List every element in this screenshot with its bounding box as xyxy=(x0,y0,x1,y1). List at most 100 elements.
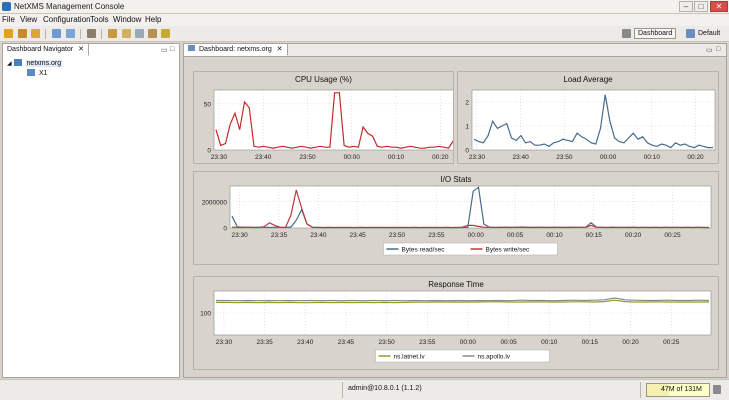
y-tick-label: 0 xyxy=(223,226,227,233)
object-browser-icon[interactable] xyxy=(18,29,27,38)
x-tick-label: 00:15 xyxy=(586,232,603,239)
events-icon[interactable] xyxy=(66,29,75,38)
x-tick-label: 23:50 xyxy=(378,339,395,346)
minimize-button[interactable]: – xyxy=(679,1,693,12)
y-tick-label: 2 xyxy=(465,100,469,107)
perspective-default[interactable]: Default xyxy=(694,28,724,39)
chart-title: CPU Usage (%) xyxy=(295,75,352,84)
y-tick-label: 2000000 xyxy=(202,199,228,206)
chart-cpu-usage-svg: CPU Usage (%)05023:30 23:40 23:50 00:00 00:1… xyxy=(204,75,453,161)
minimize-view-icon[interactable]: ▭ xyxy=(161,46,168,54)
x-tick-label: 23:55 xyxy=(428,232,445,239)
x-tick-label: 00:00 xyxy=(600,154,617,161)
connect-icon[interactable] xyxy=(4,29,13,38)
status-separator xyxy=(342,382,343,398)
tab-label: Dashboard: netxms.org xyxy=(198,46,272,53)
x-tick-label: 00:00 xyxy=(344,154,361,161)
chart-cpu-usage: CPU Usage (%) 0 50 23:30 23:40 23:50 00:00 00:1… xyxy=(193,71,454,164)
dashboard-view: Dashboard: netxms.org ✕ ▭ □ CPU Usage (%… xyxy=(183,43,727,378)
dashboard-doc-icon xyxy=(188,45,195,51)
close-button[interactable]: ✕ xyxy=(710,1,728,12)
chart-response-time-svg: Response Time 100 23:30 23:35 23:40 23:45 23:5… xyxy=(200,280,712,363)
chart-title: Response Time xyxy=(428,280,484,289)
legend-label: ns.latnet.lv xyxy=(394,354,426,361)
tab-dashboard-navigator[interactable]: Dashboard Navigator ✕ xyxy=(3,44,89,56)
main-toolbar: Dashboard Default xyxy=(0,26,729,42)
menu-file[interactable]: File xyxy=(2,15,15,24)
toolbar-separator xyxy=(101,29,102,39)
scripts-icon[interactable] xyxy=(148,29,157,38)
x-tick-label: 23:40 xyxy=(255,154,272,161)
alarms-icon[interactable] xyxy=(52,29,61,38)
x-tick-label: 23:40 xyxy=(297,339,314,346)
tools-icon[interactable] xyxy=(161,29,170,38)
menu-help[interactable]: Help xyxy=(145,15,161,24)
garbage-collect-icon[interactable] xyxy=(713,385,721,394)
minimize-view-icon[interactable]: ▭ xyxy=(706,46,713,54)
x-tick-label: 23:50 xyxy=(299,154,316,161)
plot-area xyxy=(213,290,712,336)
window-title: NetXMS Management Console xyxy=(14,2,125,11)
expand-arrow-icon[interactable]: ◢ xyxy=(7,61,12,67)
x-tick-label: 23:55 xyxy=(419,339,436,346)
tree-item[interactable]: ◢ netxms.org xyxy=(7,59,63,69)
tree-item-label: X1 xyxy=(38,70,48,77)
maximize-view-icon[interactable]: □ xyxy=(716,46,720,53)
x-tick-label: 00:15 xyxy=(582,339,599,346)
x-tick-label: 23:35 xyxy=(256,339,273,346)
memory-monitor[interactable]: 47M of 131M xyxy=(646,383,710,397)
package-icon[interactable] xyxy=(122,29,131,38)
legend-label: Bytes write/sec xyxy=(486,247,530,254)
chart-title: Load Average xyxy=(563,75,613,84)
chart-io-stats-svg: I/O Stats 0 2000000 23:30 23:35 23:40 23:45 23:… xyxy=(202,175,712,256)
chart-load-average-svg: Load Average01223:30 23:40 23:50 00:00 00:10… xyxy=(465,75,716,161)
perspective-dashboard-label: Dashboard xyxy=(638,30,673,37)
toolbar-separator xyxy=(45,29,46,39)
x-tick-label: 23:30 xyxy=(216,339,233,346)
x-tick-label: 00:10 xyxy=(546,232,563,239)
dashboard-icon xyxy=(27,69,35,76)
close-icon[interactable]: ✕ xyxy=(78,46,84,53)
x-tick-label: 23:30 xyxy=(469,154,486,161)
x-tick-label: 00:05 xyxy=(507,232,524,239)
policy-icon[interactable] xyxy=(108,29,117,38)
perspective-dashboard[interactable]: Dashboard xyxy=(634,28,677,39)
chart-title: I/O Stats xyxy=(440,175,471,184)
x-tick-label: 00:10 xyxy=(644,154,661,161)
chart-load-average: Load Average 0 1 2 23:30 23:40 23:50 00:00 00:10… xyxy=(457,71,719,164)
y-tick-label: 1 xyxy=(465,124,469,131)
legend-label: Bytes read/sec xyxy=(402,247,446,254)
y-tick-label: 50 xyxy=(204,101,212,108)
dashboard-tab-bar: Dashboard: netxms.org ✕ ▭ □ xyxy=(184,44,726,57)
tab-dashboard-netxms[interactable]: Dashboard: netxms.org ✕ xyxy=(184,44,288,56)
menu-bar: File View Configuration Tools Window Hel… xyxy=(0,14,729,26)
maximize-button[interactable]: □ xyxy=(694,1,708,12)
legend-label: ns.apollo.lv xyxy=(478,354,511,361)
x-tick-label: 00:00 xyxy=(460,339,477,346)
chart-icon[interactable] xyxy=(87,29,96,38)
status-user: admin@10.8.0.1 (1.1.2) xyxy=(348,385,422,392)
title-bar: NetXMS Management Console – □ ✕ xyxy=(0,0,729,14)
dashboards-icon[interactable] xyxy=(31,29,40,38)
maximize-view-icon[interactable]: □ xyxy=(170,46,174,53)
x-tick-label: 00:20 xyxy=(622,339,639,346)
tree-item[interactable]: X1 xyxy=(27,69,48,79)
chart-io-stats: I/O Stats 0 2000000 23:30 23:35 23:40 23:45 23:… xyxy=(193,171,719,265)
x-tick-label: 00:10 xyxy=(541,339,558,346)
tree-item-label: netxms.org xyxy=(25,60,63,67)
memory-usage-label: 47M of 131M xyxy=(661,386,702,393)
templates-icon[interactable] xyxy=(135,29,144,38)
menu-view[interactable]: View xyxy=(20,15,37,24)
toolbar-separator xyxy=(80,29,81,39)
perspective-default-label: Default xyxy=(698,30,721,37)
x-tick-label: 00:05 xyxy=(500,339,517,346)
close-icon[interactable]: ✕ xyxy=(277,46,283,53)
x-tick-label: 00:20 xyxy=(432,154,449,161)
x-tick-label: 23:45 xyxy=(338,339,355,346)
x-tick-label: 23:50 xyxy=(556,154,573,161)
app-icon xyxy=(2,2,11,11)
menu-configuration[interactable]: Configuration xyxy=(43,15,91,24)
open-perspective-icon[interactable] xyxy=(622,29,631,38)
menu-window[interactable]: Window xyxy=(113,15,141,24)
menu-tools[interactable]: Tools xyxy=(90,15,109,24)
